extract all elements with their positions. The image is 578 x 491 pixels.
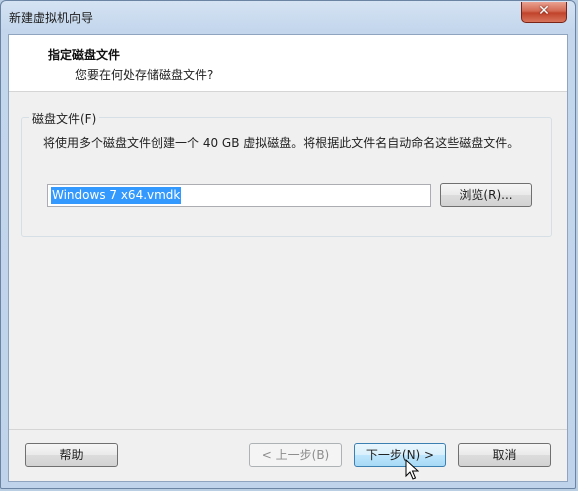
close-button[interactable]: ✕ (521, 2, 567, 23)
wizard-window: 新建虚拟机向导 ✕ 指定磁盘文件 您要在何处存储磁盘文件? 磁盘文件(F) 将使… (0, 0, 576, 489)
wizard-client-area: 指定磁盘文件 您要在何处存储磁盘文件? 磁盘文件(F) 将使用多个磁盘文件创建一… (8, 34, 568, 482)
title-bar[interactable]: 新建虚拟机向导 ✕ (1, 1, 575, 34)
next-button[interactable]: 下一步(N) > (354, 443, 446, 467)
disk-file-name-selected-text: Windows 7 x64.vmdk (51, 187, 182, 204)
close-icon: ✕ (538, 3, 550, 19)
back-button[interactable]: < 上一步(B) (249, 443, 342, 467)
disk-file-name-input[interactable]: Windows 7 x64.vmdk (47, 184, 431, 207)
window-title: 新建虚拟机向导 (9, 11, 94, 25)
page-title: 指定磁盘文件 (48, 48, 121, 62)
disk-file-description: 将使用多个磁盘文件创建一个 40 GB 虚拟磁盘。将根据此文件名自动命名这些磁盘… (43, 136, 520, 150)
wizard-header: 指定磁盘文件 您要在何处存储磁盘文件? (9, 35, 567, 92)
mouse-pointer-icon (405, 459, 419, 480)
browse-button[interactable]: 浏览(R)... (440, 183, 532, 207)
cancel-button[interactable]: 取消 (458, 443, 551, 467)
wizard-content: 磁盘文件(F) 将使用多个磁盘文件创建一个 40 GB 虚拟磁盘。将根据此文件名… (9, 92, 567, 428)
disk-file-group-label: 磁盘文件(F) (29, 110, 100, 127)
page-subtitle: 您要在何处存储磁盘文件? (75, 68, 214, 82)
help-button[interactable]: 帮助 (25, 443, 118, 467)
